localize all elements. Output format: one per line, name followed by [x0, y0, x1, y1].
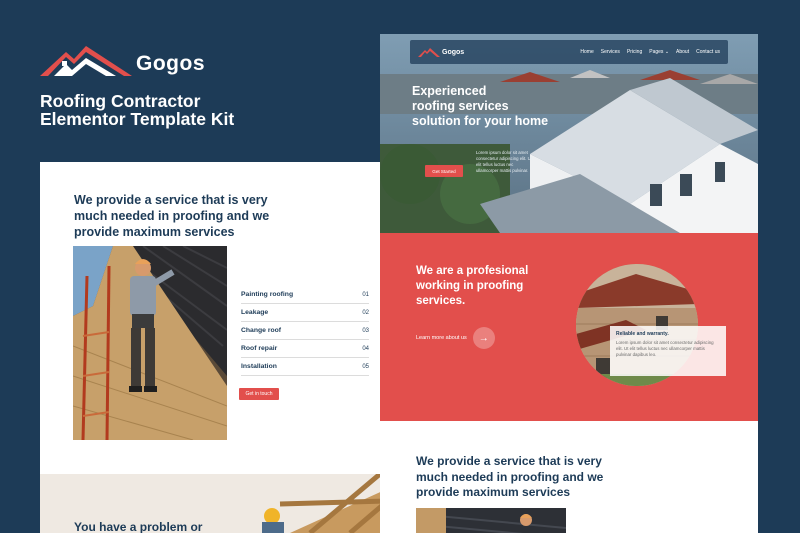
list-item[interactable]: Leakage 02	[241, 304, 369, 322]
nav-item-home[interactable]: Home	[580, 49, 593, 55]
brand-name: Gogos	[136, 52, 205, 75]
warranty-body: Lorem ipsum dolor sit amet consectetur a…	[616, 340, 714, 357]
problem-heading: You have a problem or	[74, 520, 203, 533]
nav-item-pricing[interactable]: Pricing	[627, 49, 642, 55]
list-item[interactable]: Painting roofing 01	[241, 286, 369, 304]
services-heading: We provide a service that is very much n…	[416, 454, 616, 501]
services-heading-line: much needed in proofing and we	[416, 469, 604, 484]
warranty-title: Reliable and warranty.	[616, 331, 669, 337]
service-number: 05	[362, 363, 369, 370]
about-title-line: working in proofing	[416, 280, 524, 292]
service-list: Painting roofing 01 Leakage 02 Change ro…	[241, 286, 369, 376]
about-title: We are a profesional working in proofing…	[416, 264, 566, 309]
roofer-photo-small	[416, 508, 566, 533]
about-title-line: We are a profesional	[416, 265, 529, 277]
nav-item-pages-label: Pages	[649, 49, 664, 55]
roofer-photo	[73, 246, 227, 440]
chevron-down-icon: ⌄	[664, 49, 670, 55]
hero-title: Experienced roofing services solution fo…	[412, 84, 572, 129]
get-started-button[interactable]: Get Started	[425, 165, 463, 177]
learn-more-link[interactable]: Learn more about us →	[416, 327, 495, 349]
card-heading: We provide a service that is very much n…	[74, 193, 270, 239]
service-label: Painting roofing	[241, 291, 294, 298]
nav-item-about[interactable]: About	[676, 49, 689, 55]
nav-item-services[interactable]: Services	[601, 49, 620, 55]
learn-more-label: Learn more about us	[416, 335, 467, 341]
tagline: Roofing Contractor Elementor Template Ki…	[40, 92, 320, 128]
service-number: 02	[362, 309, 369, 316]
arrow-right-icon[interactable]: →	[472, 327, 495, 349]
services-section: We provide a service that is very much n…	[380, 421, 758, 533]
hero-title-line: roofing services	[412, 99, 509, 113]
service-number: 01	[362, 291, 369, 298]
list-item[interactable]: Installation 05	[241, 358, 369, 376]
nav-item-pages[interactable]: Pages ⌄	[649, 49, 669, 55]
warranty-card: Reliable and warranty. Lorem ipsum dolor…	[610, 326, 726, 376]
service-number: 04	[362, 345, 369, 352]
site-hero: Gogos Home Services Pricing Pages ⌄ Abou…	[380, 34, 758, 233]
list-item[interactable]: Roof repair 04	[241, 340, 369, 358]
service-label: Leakage	[241, 309, 269, 316]
brand-logo: Gogos	[40, 40, 205, 78]
services-heading-line: We provide a service that is very	[416, 454, 602, 468]
site-navbar: Gogos Home Services Pricing Pages ⌄ Abou…	[410, 40, 728, 64]
nav-menu: Home Services Pricing Pages ⌄ About Cont…	[580, 49, 720, 55]
tagline-line: Roofing Contractor	[40, 91, 201, 111]
nav-item-contact[interactable]: Contact us	[696, 49, 720, 55]
list-item[interactable]: Change roof 03	[241, 322, 369, 340]
service-label: Roof repair	[241, 345, 278, 352]
service-number: 03	[362, 327, 369, 334]
service-label: Change roof	[241, 327, 282, 334]
nav-logo[interactable]: Gogos	[418, 47, 464, 57]
get-in-touch-button[interactable]: Get in touch	[239, 388, 279, 400]
services-heading-line: provide maximum services	[416, 485, 571, 499]
hero-title-line: solution for your home	[412, 114, 549, 128]
service-label: Installation	[241, 363, 277, 370]
nav-brand-name: Gogos	[442, 48, 465, 56]
hero-description: Lorem ipsum dolor sit amet consectetur a…	[476, 150, 532, 173]
house-roof-icon	[418, 48, 440, 57]
hero-title-line: Experienced	[412, 84, 487, 98]
house-roof-icon	[40, 46, 132, 76]
about-title-line: services.	[416, 295, 466, 307]
about-section: We are a profesional working in proofing…	[380, 233, 758, 421]
tagline-line: Elementor Template Kit	[40, 109, 235, 129]
